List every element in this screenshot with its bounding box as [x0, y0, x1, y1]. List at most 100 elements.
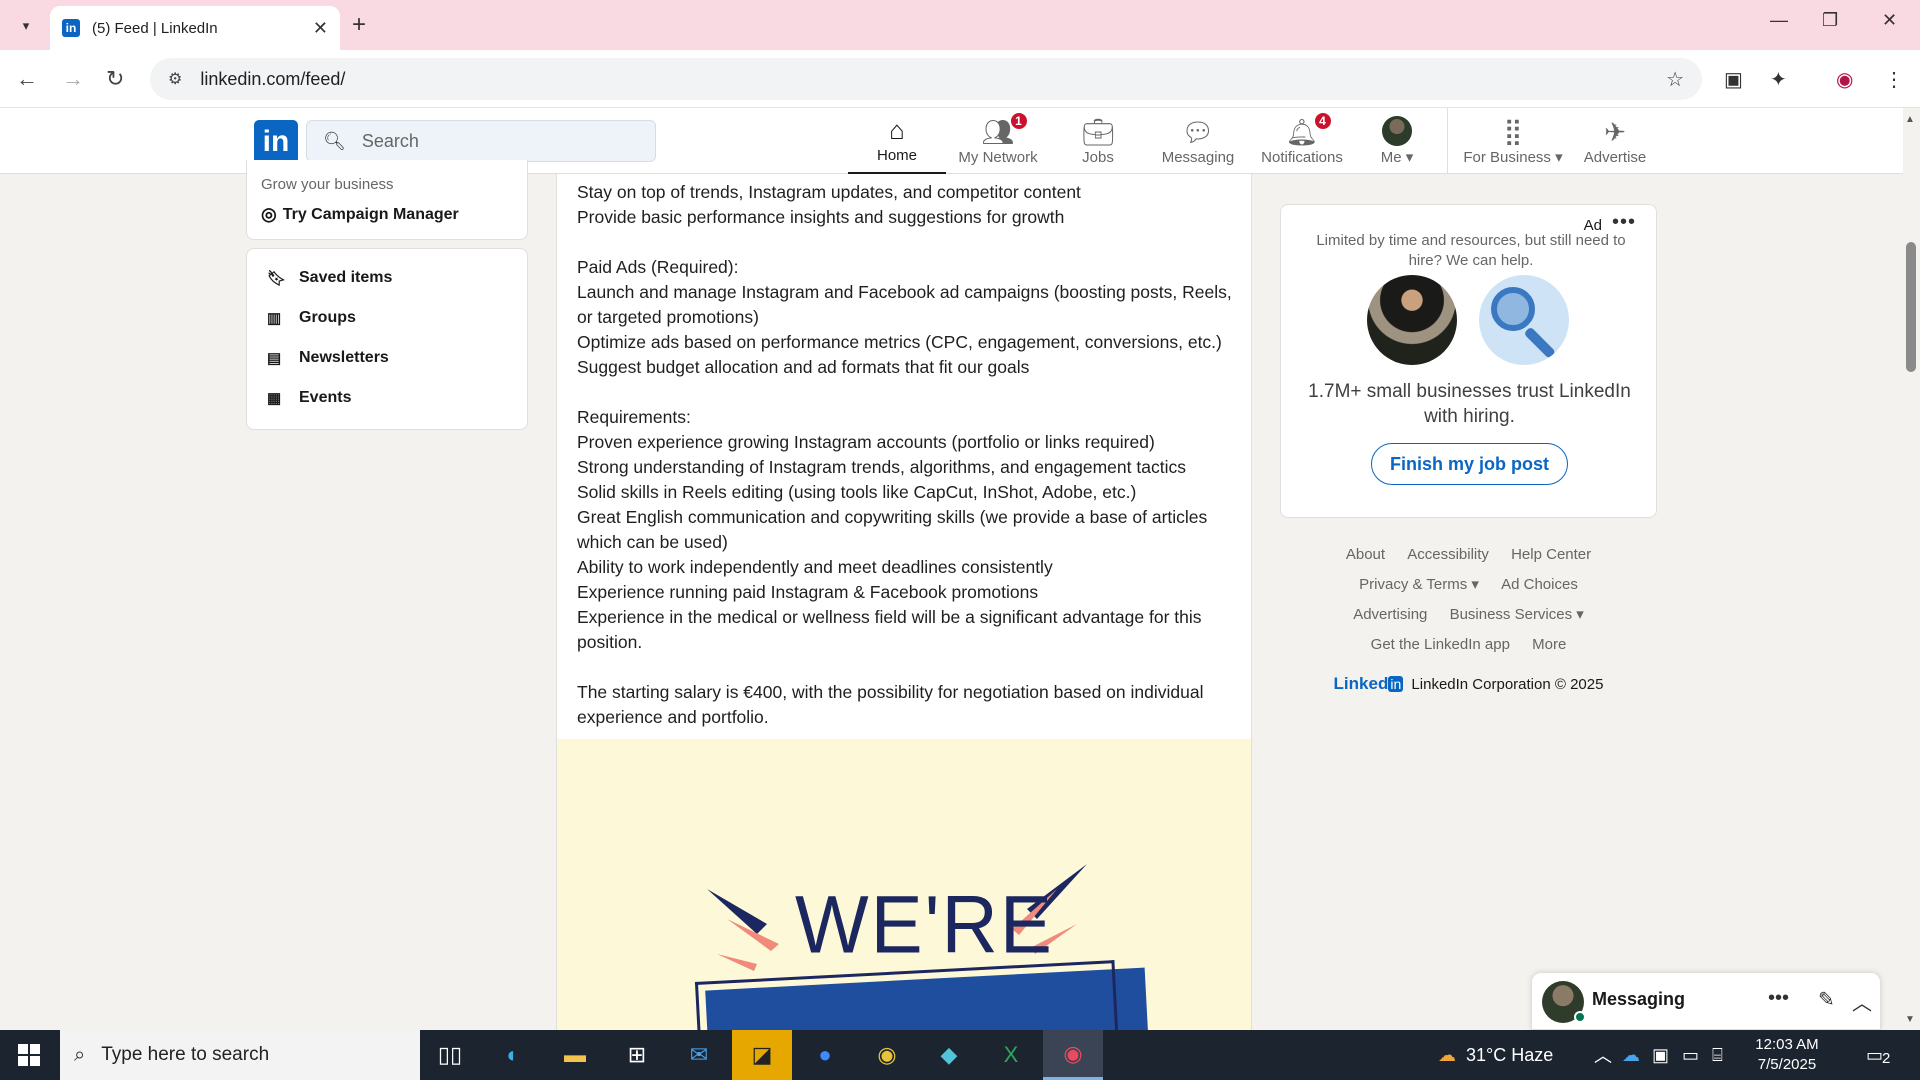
excel-icon[interactable]: X: [981, 1030, 1041, 1080]
profile-icon[interactable]: ◉: [1836, 67, 1853, 92]
footer-link-about[interactable]: About: [1346, 546, 1385, 563]
magnifier-illustration-icon: [1479, 275, 1569, 365]
footer-link-business-services[interactable]: Business Services ▾: [1450, 606, 1584, 623]
chrome-active-icon[interactable]: ◉: [1043, 1030, 1103, 1080]
footer-links: About Accessibility Help Center Privacy …: [1280, 540, 1657, 660]
clock[interactable]: 12:03 AM 7/5/2025: [1742, 1035, 1832, 1075]
minimize-icon[interactable]: —: [1770, 10, 1788, 31]
finish-job-post-button[interactable]: Finish my job post: [1371, 443, 1568, 485]
task-view-icon[interactable]: ▯▯: [420, 1030, 480, 1080]
post-image[interactable]: WE'RE: [557, 739, 1251, 1040]
taskbar-search-input[interactable]: [101, 1044, 382, 1066]
footer-link-privacy-terms[interactable]: Privacy & Terms ▾: [1359, 576, 1479, 593]
sticky-notes-icon[interactable]: ◪: [732, 1030, 792, 1080]
events-label: Events: [299, 389, 352, 406]
extensions-icon[interactable]: ✦: [1770, 67, 1787, 92]
search-icon: 🔍︎: [323, 130, 346, 151]
nav-me[interactable]: Me ▾: [1362, 108, 1432, 174]
store-icon[interactable]: ⊞: [607, 1030, 667, 1080]
linkedin-favicon-icon: in: [62, 19, 80, 37]
site-settings-icon[interactable]: ⚙: [168, 69, 182, 89]
footer-link-get-app[interactable]: Get the LinkedIn app: [1371, 636, 1510, 653]
battery-icon[interactable]: ▭: [1682, 1030, 1699, 1080]
post-line: The starting salary is €400, with the po…: [577, 682, 1204, 727]
tab-close-icon[interactable]: ✕: [313, 18, 328, 39]
footer-link-more[interactable]: More: [1532, 636, 1566, 653]
nav-jobs[interactable]: 💼︎ Jobs: [1058, 108, 1138, 174]
tray-chevron-icon[interactable]: ︿: [1594, 1030, 1612, 1080]
footer-link-help-center[interactable]: Help Center: [1511, 546, 1591, 563]
tab-search-chevron-icon[interactable]: ▾: [12, 12, 40, 40]
ad-card: Ad ••• Limited by time and resources, bu…: [1280, 204, 1657, 518]
restore-icon[interactable]: ❐: [1822, 10, 1838, 31]
search-input[interactable]: [361, 130, 632, 152]
address-bar[interactable]: ⚙ linkedin.com/feed/ ☆: [150, 58, 1702, 100]
post-line: Paid Ads (Required):: [577, 257, 739, 277]
search-box[interactable]: 🔍︎: [306, 120, 656, 162]
browser-menu-icon[interactable]: ⋮: [1884, 67, 1904, 92]
mail-icon[interactable]: ✉: [669, 1030, 729, 1080]
saved-items-link[interactable]: 🔖︎ Saved items: [267, 269, 392, 287]
copyright-text: LinkedIn Corporation © 2025: [1411, 676, 1604, 693]
more-options-icon[interactable]: •••: [1768, 987, 1789, 1010]
taskbar-search[interactable]: ⌕: [60, 1030, 420, 1080]
back-icon[interactable]: ←: [16, 66, 38, 92]
nav-for-business[interactable]: ⣿ For Business ▾: [1458, 108, 1568, 174]
newsletters-link[interactable]: ▤ Newsletters: [267, 349, 389, 367]
post-line: Optimize ads based on performance metric…: [577, 332, 1222, 352]
new-tab-icon[interactable]: +: [352, 12, 366, 38]
forward-icon[interactable]: →: [62, 66, 84, 92]
url-text: linkedin.com/feed/: [200, 68, 346, 89]
nav-home[interactable]: ⌂ Home: [848, 108, 946, 174]
campaign-manager-link[interactable]: ◎ Try Campaign Manager: [261, 204, 459, 225]
footer-link-accessibility[interactable]: Accessibility: [1407, 546, 1489, 563]
nav-me-label: Me ▾: [1380, 149, 1414, 166]
file-explorer-icon[interactable]: ▬: [545, 1030, 605, 1080]
nav-home-label: Home: [876, 147, 917, 164]
reload-icon[interactable]: ↻: [106, 66, 124, 92]
post-line: Great English communication and copywrit…: [577, 507, 1208, 552]
campaign-manager-label: Try Campaign Manager: [282, 205, 459, 223]
edge-icon[interactable]: ◐: [483, 1030, 543, 1080]
extension-puzzle-icon[interactable]: ▣: [1724, 67, 1743, 92]
bookmark-star-icon[interactable]: ☆: [1666, 67, 1684, 92]
meet-icon[interactable]: ▣: [1652, 1030, 1669, 1080]
events-link[interactable]: ▦ Events: [267, 389, 351, 407]
notification-center-icon[interactable]: ▭: [1866, 1030, 1883, 1080]
footer-link-advertising[interactable]: Advertising: [1353, 606, 1427, 623]
messaging-dock[interactable]: Messaging ••• ✎ ︿: [1531, 972, 1881, 1030]
footer-link-ad-choices[interactable]: Ad Choices: [1501, 576, 1578, 593]
ad-profile-photo: [1367, 275, 1457, 365]
network-icon[interactable]: ⌸: [1712, 1030, 1723, 1080]
onedrive-icon[interactable]: ☁: [1622, 1030, 1640, 1080]
nav-my-network[interactable]: 👥︎ 1 My Network: [948, 108, 1048, 174]
nav-advertise-label: Advertise: [1583, 149, 1647, 166]
home-icon: ⌂: [889, 115, 905, 145]
network-badge: 1: [1008, 111, 1029, 131]
window-close-icon[interactable]: ✕: [1882, 10, 1897, 31]
linkedin-logo[interactable]: in: [254, 120, 298, 164]
campaign-target-icon: ◎: [261, 204, 277, 224]
chevron-up-icon[interactable]: ︿: [1852, 987, 1872, 1016]
compose-icon[interactable]: ✎: [1818, 987, 1835, 1012]
zoom-icon[interactable]: ●: [795, 1030, 855, 1080]
scrollbar-thumb[interactable]: [1906, 242, 1916, 372]
groups-link[interactable]: ▥ Groups: [267, 309, 356, 327]
weather-widget[interactable]: ☁ 31°C Haze: [1438, 1030, 1553, 1080]
nav-notifications-label: Notifications: [1261, 149, 1343, 166]
chrome-icon[interactable]: ◉: [857, 1030, 917, 1080]
nav-messaging[interactable]: 💬︎ Messaging: [1148, 108, 1248, 174]
post-line: Requirements:: [577, 407, 691, 427]
app-diamond-icon[interactable]: ◆: [919, 1030, 979, 1080]
nav-jobs-label: Jobs: [1082, 149, 1114, 166]
nav-notifications[interactable]: 🔔︎ 4 Notifications: [1252, 108, 1352, 174]
scroll-up-icon[interactable]: ▲: [1905, 114, 1915, 125]
browser-tab[interactable]: in (5) Feed | LinkedIn ✕: [50, 6, 340, 50]
windows-start-icon[interactable]: [18, 1044, 40, 1066]
bell-icon: 🔔︎ 4: [1285, 111, 1333, 147]
groups-label: Groups: [299, 309, 356, 326]
footer-row: Privacy & Terms ▾ Ad Choices: [1280, 570, 1657, 600]
scroll-down-icon[interactable]: ▼: [1905, 1014, 1915, 1025]
nav-advertise[interactable]: ✈︎ Advertise: [1578, 108, 1652, 174]
footer-row: Get the LinkedIn app More: [1280, 630, 1657, 660]
